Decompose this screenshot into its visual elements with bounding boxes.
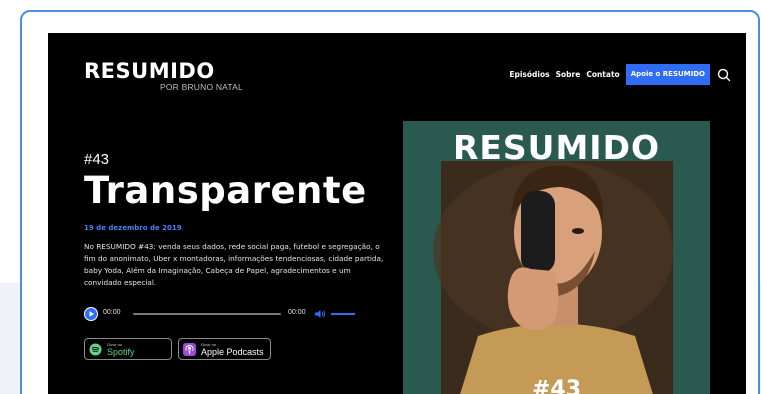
progress-bar[interactable] [133,313,281,315]
volume-slider[interactable] [331,313,355,315]
support-button[interactable]: Apoie o RESUMIDO [625,64,710,85]
site-logo[interactable]: RESUMIDO POR BRUNO NATAL [84,60,243,92]
nav-link-sobre[interactable]: Sobre [556,70,581,79]
spotify-badge[interactable]: Ouvir no Spotify [84,338,172,360]
duration-time: 00:00 [288,309,306,316]
volume-icon[interactable] [315,309,326,319]
apple-podcasts-icon [183,342,196,356]
episode-cover-art: RESUMIDO #43 [403,121,710,394]
episode-number: #43 [84,151,110,168]
nav-link-contato[interactable]: Contato [586,70,619,79]
search-icon[interactable] [716,67,732,83]
spotify-badge-label: Spotify [107,346,135,357]
logo-subtitle: POR BRUNO NATAL [160,82,243,92]
episode-date: 19 de dezembro de 2019 [84,224,182,232]
play-button[interactable] [84,307,98,321]
episode-description: No RESUMIDO #43: venda seus dados, rede … [84,242,384,287]
play-icon [85,308,97,320]
logo-title: RESUMIDO [84,59,215,83]
cover-title: RESUMIDO [452,128,661,167]
website-preview: RESUMIDO POR BRUNO NATAL Episódios Sobre… [48,33,746,394]
audio-player: 00:00 00:00 [84,307,374,321]
cover-episode-number: #43 [531,377,582,394]
main-nav: Episódios Sobre Contato Apoie o RESUMIDO [509,64,732,85]
apple-badge-label: Apple Podcasts [201,346,264,357]
spotify-icon [89,343,102,355]
apple-podcasts-badge[interactable]: Ouvir no Apple Podcasts [178,338,271,360]
current-time: 00:00 [103,309,121,316]
nav-link-episodios[interactable]: Episódios [509,70,549,79]
volume-fill [331,313,355,315]
episode-title: Transparente [84,169,367,212]
